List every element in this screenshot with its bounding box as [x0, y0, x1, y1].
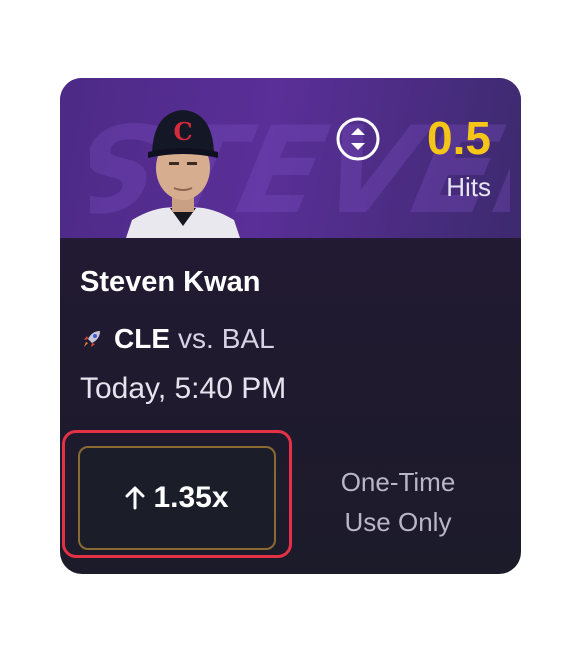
player-headshot: C	[126, 110, 240, 238]
up-down-toggle-icon[interactable]	[335, 116, 381, 162]
boost-multiplier-label: 1.35x	[153, 481, 229, 514]
prop-card[interactable]: STEVEN C 0.5 Hits Steven Kwan CLE vs. BA…	[60, 78, 521, 574]
prop-line: 0.5 Hits	[301, 110, 491, 210]
note-line-1: One-Time	[340, 467, 456, 497]
cap-logo: C	[173, 117, 192, 146]
team-abbreviation: CLE	[114, 323, 170, 354]
stat-type-label: Hits	[446, 172, 491, 202]
line-value: 0.5	[427, 112, 491, 164]
card-header-banner: STEVEN C 0.5 Hits	[60, 78, 521, 238]
player-name: Steven Kwan	[80, 266, 261, 298]
opponent-abbreviation: BAL	[221, 323, 275, 354]
rocket-icon	[84, 331, 100, 347]
game-time: Today, 5:40 PM	[80, 372, 287, 405]
vs-label: vs.	[178, 323, 214, 354]
boost-multiplier-button[interactable]: 1.35x	[78, 446, 276, 550]
note-line-2: Use Only	[344, 507, 452, 537]
matchup: CLE vs. BAL	[80, 322, 275, 356]
one-time-use-note: One-Time Use Only	[318, 462, 478, 542]
arrow-up-icon	[125, 486, 145, 510]
